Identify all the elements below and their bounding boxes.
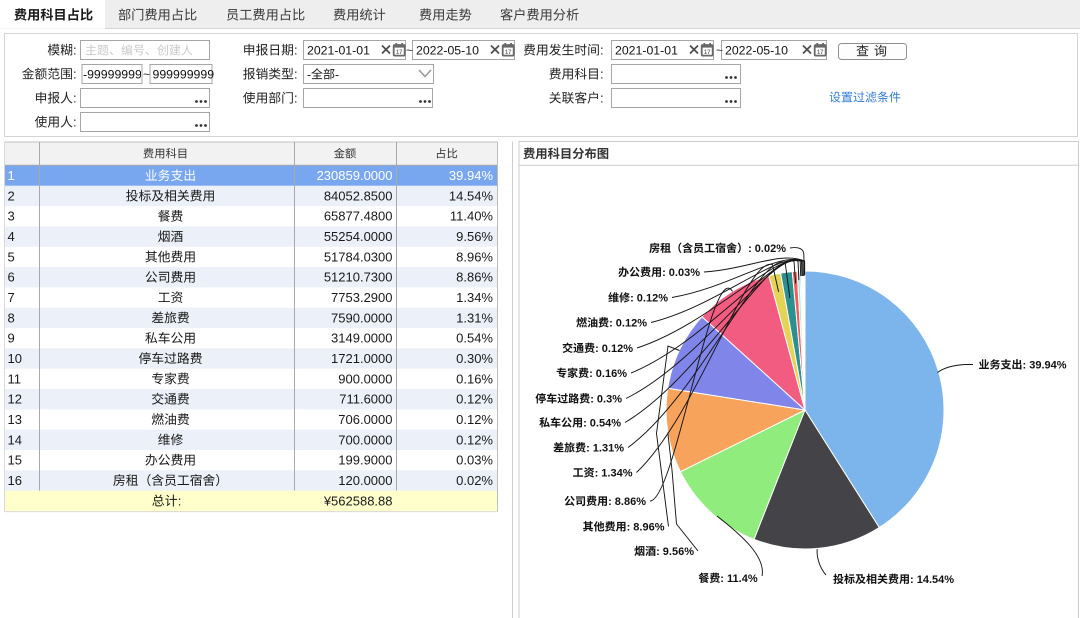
svg-text:: 0.12%: : 0.12% bbox=[595, 343, 633, 355]
svg-text:14.54%: 14.54% bbox=[449, 188, 494, 203]
svg-text:1721.0000: 1721.0000 bbox=[331, 351, 392, 366]
svg-text:: 14.54%: : 14.54% bbox=[910, 574, 954, 586]
svg-text::: : bbox=[294, 67, 298, 82]
svg-text:: 0.12%: : 0.12% bbox=[609, 318, 647, 330]
svg-text:0.12%: 0.12% bbox=[456, 392, 493, 407]
svg-text:2021-01-01: 2021-01-01 bbox=[307, 44, 370, 58]
svg-text:¥562588.88: ¥562588.88 bbox=[323, 493, 393, 508]
svg-text:6: 6 bbox=[8, 270, 15, 285]
svg-text:: 11.4%: : 11.4% bbox=[720, 573, 758, 585]
svg-text:-: - bbox=[307, 68, 311, 82]
svg-text:0.12%: 0.12% bbox=[456, 432, 493, 447]
svg-text:84052.8500: 84052.8500 bbox=[324, 188, 393, 203]
svg-text:51784.0300: 51784.0300 bbox=[324, 249, 393, 264]
svg-text:0.03%: 0.03% bbox=[456, 453, 493, 468]
svg-text:700.0000: 700.0000 bbox=[338, 432, 392, 447]
svg-text:12: 12 bbox=[8, 392, 22, 407]
svg-text:900.0000: 900.0000 bbox=[338, 371, 392, 386]
svg-text:230859.0000: 230859.0000 bbox=[317, 168, 393, 183]
svg-text:711.6000: 711.6000 bbox=[339, 392, 392, 407]
svg-text:15: 15 bbox=[8, 453, 22, 468]
svg-text::: : bbox=[600, 91, 604, 106]
svg-text::: : bbox=[600, 43, 604, 58]
svg-text:17: 17 bbox=[704, 50, 711, 56]
svg-text:~: ~ bbox=[406, 44, 413, 58]
svg-text:1: 1 bbox=[8, 168, 15, 183]
svg-text:0.30%: 0.30% bbox=[456, 351, 493, 366]
svg-text:14: 14 bbox=[8, 432, 22, 447]
svg-text:3: 3 bbox=[8, 209, 15, 224]
svg-text:7753.2900: 7753.2900 bbox=[331, 290, 392, 305]
svg-text:39.94%: 39.94% bbox=[449, 168, 494, 183]
svg-text:: 1.31%: : 1.31% bbox=[586, 443, 624, 455]
svg-text:-999999999: -999999999 bbox=[83, 68, 149, 82]
svg-text:: 1.34%: : 1.34% bbox=[595, 468, 633, 480]
svg-text:0.02%: 0.02% bbox=[456, 473, 493, 488]
svg-text::: : bbox=[73, 115, 77, 130]
svg-text::: : bbox=[73, 91, 77, 106]
svg-text:0.54%: 0.54% bbox=[456, 331, 493, 346]
svg-text:8.96%: 8.96% bbox=[456, 249, 493, 264]
svg-text:51210.7300: 51210.7300 bbox=[324, 270, 393, 285]
svg-text:: 39.94%: : 39.94% bbox=[1023, 360, 1067, 372]
svg-text:7590.0000: 7590.0000 bbox=[331, 310, 392, 325]
svg-text:8: 8 bbox=[8, 310, 15, 325]
svg-text:17: 17 bbox=[396, 50, 403, 56]
svg-text:120.0000: 120.0000 bbox=[338, 473, 392, 488]
svg-text:199.9000: 199.9000 bbox=[338, 453, 392, 468]
svg-text:2: 2 bbox=[8, 188, 15, 203]
svg-text:~: ~ bbox=[716, 44, 723, 58]
svg-text:3149.0000: 3149.0000 bbox=[331, 331, 392, 346]
svg-text:55254.0000: 55254.0000 bbox=[324, 229, 393, 244]
svg-text:: 0.3%: : 0.3% bbox=[590, 394, 622, 406]
svg-text:4: 4 bbox=[8, 229, 15, 244]
svg-text:2022-05-10: 2022-05-10 bbox=[416, 44, 479, 58]
svg-text:1.31%: 1.31% bbox=[456, 310, 493, 325]
svg-text:9.56%: 9.56% bbox=[456, 229, 493, 244]
svg-text:2021-01-01: 2021-01-01 bbox=[615, 44, 678, 58]
svg-text:706.0000: 706.0000 bbox=[338, 412, 392, 427]
svg-text:5: 5 bbox=[8, 249, 15, 264]
svg-text:2022-05-10: 2022-05-10 bbox=[725, 44, 788, 58]
svg-text:1.34%: 1.34% bbox=[456, 290, 493, 305]
svg-text:0.16%: 0.16% bbox=[456, 371, 493, 386]
svg-text:: 0.03%: : 0.03% bbox=[662, 267, 700, 279]
svg-text:17: 17 bbox=[817, 50, 824, 56]
svg-text:13: 13 bbox=[8, 412, 22, 427]
svg-text:999999999: 999999999 bbox=[153, 68, 215, 82]
svg-text:11: 11 bbox=[8, 371, 22, 386]
svg-text:: 8.86%: : 8.86% bbox=[608, 496, 646, 508]
svg-text:9: 9 bbox=[8, 331, 15, 346]
svg-text:10: 10 bbox=[8, 351, 22, 366]
svg-text:: 8.96%: : 8.96% bbox=[627, 522, 665, 534]
svg-text::: : bbox=[73, 43, 77, 58]
svg-text:-: - bbox=[335, 68, 339, 82]
svg-text:: 9.56%: : 9.56% bbox=[656, 546, 694, 558]
svg-text:: 0.54%: : 0.54% bbox=[583, 418, 621, 430]
svg-text:16: 16 bbox=[8, 473, 22, 488]
svg-text:11.40%: 11.40% bbox=[450, 209, 494, 224]
svg-text:0.12%: 0.12% bbox=[456, 412, 493, 427]
svg-text::: : bbox=[294, 91, 298, 106]
svg-text::: : bbox=[73, 67, 77, 82]
svg-text:: 0.16%: : 0.16% bbox=[589, 368, 627, 380]
svg-text::: : bbox=[178, 493, 182, 508]
svg-text:: 0.12%: : 0.12% bbox=[630, 293, 668, 305]
svg-text:65877.4800: 65877.4800 bbox=[324, 209, 393, 224]
svg-text:: 0.02%: : 0.02% bbox=[748, 243, 786, 255]
svg-text:17: 17 bbox=[505, 50, 512, 56]
svg-text:~: ~ bbox=[143, 68, 150, 82]
svg-text:7: 7 bbox=[8, 290, 15, 305]
svg-text:8.86%: 8.86% bbox=[456, 270, 493, 285]
svg-text::: : bbox=[600, 67, 604, 82]
svg-text::: : bbox=[294, 43, 298, 58]
